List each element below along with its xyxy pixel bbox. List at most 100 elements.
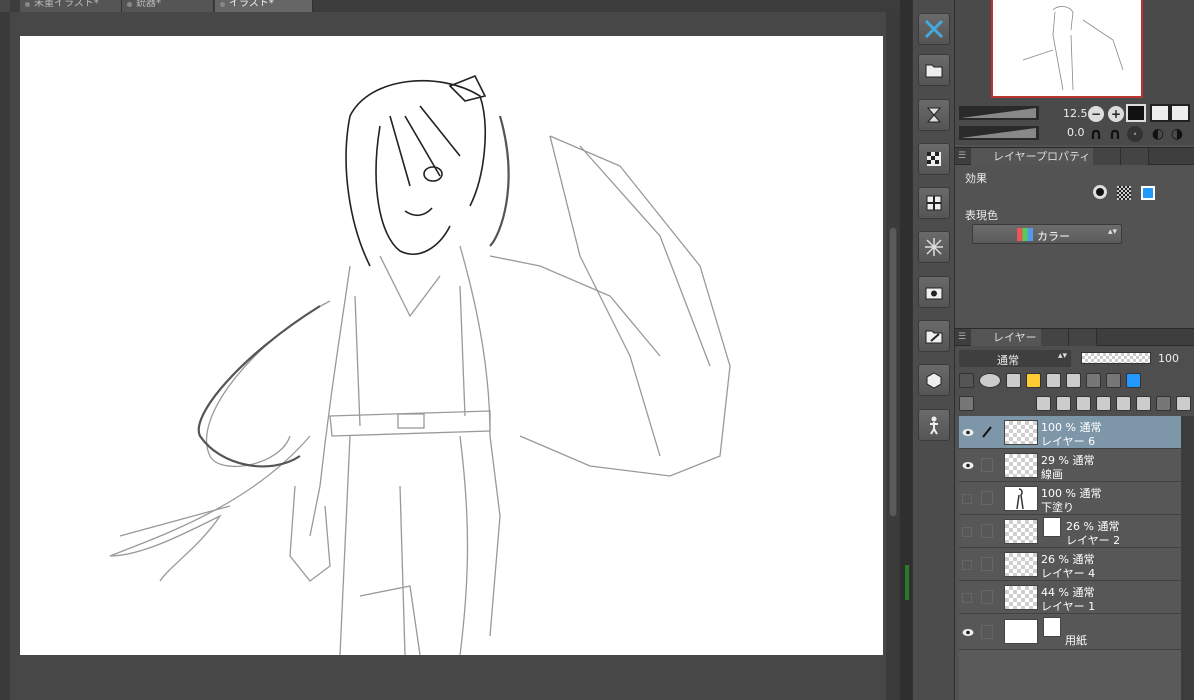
canvas-vertical-scrollbar[interactable] — [886, 12, 900, 700]
border-effect-icon[interactable] — [1093, 185, 1107, 199]
edit-target-box[interactable] — [981, 491, 993, 505]
edit-target-box[interactable] — [981, 557, 993, 571]
edit-target-box[interactable] — [981, 524, 993, 538]
fit-view-icon[interactable] — [1126, 104, 1146, 122]
mirror-left-icon[interactable]: ◐ — [1150, 126, 1166, 142]
reset-rotate-icon[interactable]: · — [1127, 126, 1143, 142]
tab-search[interactable] — [1069, 329, 1097, 346]
pencil-folder-icon — [925, 330, 943, 344]
flip-horizontal-icon[interactable] — [1150, 104, 1170, 122]
layer-color-toggle-icon[interactable] — [1126, 372, 1141, 388]
trash-icon[interactable] — [1176, 395, 1191, 411]
panel-menu-icon[interactable]: ☰ — [958, 332, 968, 342]
mask-icon[interactable] — [1136, 395, 1151, 411]
edit-target-box[interactable] — [981, 625, 993, 639]
mouth-line — [404, 207, 433, 217]
belt-line — [329, 410, 491, 437]
layer-color-icon[interactable] — [1141, 186, 1155, 200]
hidden-eye-box[interactable] — [962, 494, 972, 504]
opacity-slider[interactable] — [1081, 352, 1151, 364]
layer-row[interactable]: 26 % 通常 レイヤー 2 — [959, 515, 1181, 548]
ruler-icon[interactable] — [1106, 372, 1121, 388]
grid-tool-button[interactable] — [918, 187, 950, 219]
mirror-right-icon[interactable]: ◑ — [1169, 126, 1185, 142]
zoom-out-icon[interactable]: − — [1088, 106, 1104, 122]
layers-icon[interactable] — [959, 395, 974, 411]
flip-vertical-icon[interactable] — [1170, 104, 1190, 122]
layer-list-scrollbar[interactable] — [1181, 416, 1194, 700]
tab-history[interactable] — [1041, 329, 1069, 346]
reference-icon[interactable] — [1006, 372, 1021, 388]
apply-mask-icon[interactable] — [1156, 395, 1171, 411]
tab-layer[interactable]: レイヤー — [971, 329, 1044, 346]
layer-row[interactable]: 100 % 通常 レイヤー 6 — [959, 416, 1181, 449]
rotate-right-icon[interactable]: ∩ — [1107, 126, 1123, 142]
property-panel-header: ☰ レイヤープロパティ — [955, 147, 1194, 165]
3d-tool-button[interactable] — [918, 364, 950, 396]
hidden-eye-box[interactable] — [962, 527, 972, 537]
mask-thumbnail-icon — [1043, 517, 1061, 537]
hair-dark-line — [197, 305, 321, 468]
pin-tool-button[interactable] — [918, 13, 950, 45]
color-mode-icon — [1017, 228, 1033, 241]
body-left-line — [309, 265, 351, 537]
combine-icon[interactable] — [1116, 395, 1131, 411]
layer-action-row — [959, 394, 1191, 412]
tone-effect-icon[interactable] — [1117, 186, 1131, 200]
zoom-in-icon[interactable]: + — [1108, 106, 1124, 122]
tab-doc-3[interactable]: イラスト* — [215, 0, 313, 12]
hidden-eye-box[interactable] — [962, 560, 972, 570]
new-folder-icon[interactable] — [1076, 395, 1091, 411]
tab-tool-property[interactable] — [1093, 148, 1121, 165]
layer-row-paper[interactable]: 用紙 — [959, 614, 1181, 650]
blend-mode-select[interactable]: 通常 ▴▾ — [959, 350, 1071, 367]
rotate-slider[interactable] — [959, 126, 1039, 140]
layer-row[interactable]: 26 % 通常 レイヤー 4 — [959, 548, 1181, 581]
tab-status-dot — [127, 2, 132, 7]
draft-icon[interactable] — [1026, 372, 1041, 388]
canvas-area[interactable] — [10, 12, 886, 700]
layer-row[interactable]: 100 % 通常 下塗り — [959, 482, 1181, 515]
edit-target-box[interactable] — [981, 590, 993, 604]
transform-tool-button[interactable] — [918, 99, 950, 131]
lock-alpha-icon[interactable] — [1066, 372, 1081, 388]
figure-tool-button[interactable] — [918, 409, 950, 441]
new-vector-layer-icon[interactable] — [1056, 395, 1071, 411]
zoom-slider[interactable] — [959, 106, 1039, 120]
mask-enable-icon[interactable] — [1086, 372, 1101, 388]
rotate-left-icon[interactable]: ∩ — [1088, 126, 1104, 142]
tab-layer-property[interactable]: レイヤープロパティ — [971, 148, 1098, 165]
expression-color-select[interactable]: カラー ▴▾ — [972, 224, 1122, 244]
burst-tool-button[interactable] — [918, 231, 950, 263]
pattern-tool-button[interactable] — [918, 143, 950, 175]
layer-list: 100 % 通常 レイヤー 6 29 % 通常 線画 100 % 通常 下塗り — [959, 416, 1181, 700]
clip-mask-icon[interactable] — [979, 372, 1001, 388]
pen-icon[interactable] — [981, 425, 993, 439]
eye-icon[interactable] — [962, 628, 974, 637]
layer-row[interactable]: 29 % 通常 線画 — [959, 449, 1181, 482]
edit-tool-button[interactable] — [918, 320, 950, 352]
eye-icon[interactable] — [962, 428, 974, 437]
tab-sub-tool[interactable] — [1121, 148, 1149, 165]
layer-name: 線画 — [1041, 468, 1063, 481]
new-raster-layer-icon[interactable] — [1036, 395, 1051, 411]
edit-target-box[interactable] — [981, 458, 993, 472]
merge-down-icon[interactable] — [1096, 395, 1111, 411]
navigator-preview[interactable] — [991, 0, 1143, 98]
palette-icon[interactable] — [959, 372, 974, 388]
canvas-paper[interactable] — [20, 36, 883, 656]
layer-row[interactable]: 44 % 通常 レイヤー 1 — [959, 581, 1181, 614]
tab-label: レイヤープロパティ — [993, 150, 1091, 163]
navigator-tool-button[interactable] — [918, 54, 950, 86]
lock-icon[interactable] — [1046, 372, 1061, 388]
chevron-updown-icon: ▴▾ — [1057, 351, 1067, 361]
camera-tool-button[interactable] — [918, 276, 950, 308]
scrollbar-thumb[interactable] — [889, 227, 897, 517]
tab-status-dot — [220, 2, 225, 7]
hidden-eye-box[interactable] — [962, 593, 972, 603]
slider-ramp — [961, 128, 1036, 138]
eye-icon[interactable] — [962, 461, 974, 470]
tab-doc-2[interactable]: 銃器* — [122, 0, 214, 12]
tab-doc-1[interactable]: 未重イラスト* — [20, 0, 122, 12]
panel-menu-icon[interactable]: ☰ — [958, 151, 968, 161]
